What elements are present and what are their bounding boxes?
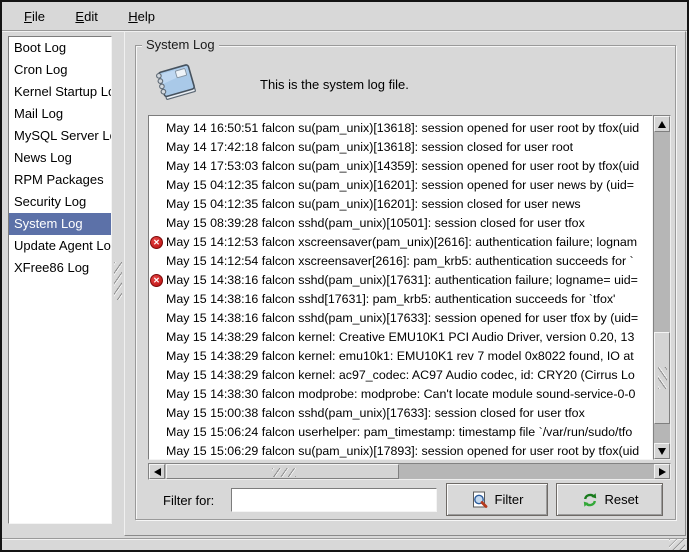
menu-edit[interactable]: Edit — [69, 7, 103, 26]
vertical-scrollbar[interactable] — [653, 115, 671, 460]
window-resize-grip-icon[interactable] — [669, 539, 685, 551]
log-entry-list: May 14 16:50:51 falcon su(pam_unix)[1361… — [148, 115, 653, 460]
filter-button[interactable]: Filter — [446, 483, 548, 516]
log-book-icon — [148, 57, 200, 109]
sidebar-item-xfree86-log[interactable]: XFree86 Log — [9, 257, 111, 279]
frame-title: System Log — [142, 37, 219, 52]
sidebar-item-rpm-packages[interactable]: RPM Packages — [9, 169, 111, 191]
log-row[interactable]: May 15 14:38:30 falcon modprobe: modprob… — [149, 385, 652, 404]
thumb-grip-icon — [658, 367, 667, 389]
horizontal-scrollbar[interactable] — [148, 463, 671, 480]
log-row[interactable]: ✕May 15 14:38:16 falcon sshd(pam_unix)[1… — [149, 271, 652, 290]
reset-button-label: Reset — [605, 492, 639, 507]
sidebar-item-security-log[interactable]: Security Log — [9, 191, 111, 213]
log-description: This is the system log file. — [260, 77, 409, 92]
filter-button-label: Filter — [495, 492, 524, 507]
log-row[interactable]: May 14 16:50:51 falcon su(pam_unix)[1361… — [149, 119, 652, 138]
right-arrow-icon — [659, 468, 666, 476]
log-row[interactable]: May 15 14:38:29 falcon kernel: emu10k1: … — [149, 347, 652, 366]
sidebar-item-kernel-startup-log[interactable]: Kernel Startup Log — [9, 81, 111, 103]
left-arrow-icon — [154, 468, 161, 476]
log-row[interactable]: May 15 14:38:16 falcon sshd[17631]: pam_… — [149, 290, 652, 309]
filter-input[interactable] — [231, 488, 437, 512]
log-row[interactable]: May 15 15:06:29 falcon su(pam_unix)[1789… — [149, 442, 652, 460]
log-type-sidebar: Boot Log Cron Log Kernel Startup Log Mai… — [8, 36, 112, 524]
log-row[interactable]: May 15 14:38:16 falcon sshd(pam_unix)[17… — [149, 309, 652, 328]
thumb-grip-icon — [272, 468, 296, 477]
error-icon: ✕ — [150, 236, 163, 249]
error-icon: ✕ — [150, 274, 163, 287]
sidebar-item-boot-log[interactable]: Boot Log — [9, 37, 111, 59]
horizontal-scrollbar-thumb[interactable] — [166, 464, 399, 479]
log-row[interactable]: May 15 14:12:54 falcon xscreensaver[2616… — [149, 252, 652, 271]
main-panel: System Log This is the system log f — [124, 31, 686, 536]
log-row[interactable]: May 14 17:53:03 falcon su(pam_unix)[1435… — [149, 157, 652, 176]
log-row[interactable]: May 15 04:12:35 falcon su(pam_unix)[1620… — [149, 176, 652, 195]
sidebar-item-mail-log[interactable]: Mail Log — [9, 103, 111, 125]
log-row[interactable]: May 15 15:00:38 falcon sshd(pam_unix)[17… — [149, 404, 652, 423]
up-arrow-icon — [658, 121, 666, 128]
log-row[interactable]: May 15 14:38:29 falcon kernel: Creative … — [149, 328, 652, 347]
down-arrow-icon — [658, 448, 666, 455]
status-bar — [2, 538, 687, 552]
menu-bar: File Edit Help — [2, 2, 687, 31]
scroll-left-button[interactable] — [149, 464, 165, 479]
scroll-up-button[interactable] — [654, 116, 670, 132]
scroll-down-button[interactable] — [654, 443, 670, 459]
vertical-scrollbar-thumb[interactable] — [654, 332, 670, 424]
filter-label: Filter for: — [163, 493, 214, 508]
paned-resize-handle[interactable] — [114, 262, 122, 300]
log-row[interactable]: May 15 15:06:24 falcon userhelper: pam_t… — [149, 423, 652, 442]
sidebar-item-mysql-server-log[interactable]: MySQL Server Log — [9, 125, 111, 147]
log-row[interactable]: ✕May 15 14:12:53 falcon xscreensaver(pam… — [149, 233, 652, 252]
log-viewer-window: File Edit Help Boot Log Cron Log Kernel … — [0, 0, 689, 552]
log-row[interactable]: May 14 17:42:18 falcon su(pam_unix)[1361… — [149, 138, 652, 157]
log-row[interactable]: May 15 08:39:28 falcon sshd(pam_unix)[10… — [149, 214, 652, 233]
menu-help[interactable]: Help — [122, 7, 161, 26]
system-log-frame: System Log This is the system log f — [135, 45, 676, 520]
menu-file[interactable]: File — [18, 7, 51, 26]
log-row[interactable]: May 15 14:38:29 falcon kernel: ac97_code… — [149, 366, 652, 385]
refresh-icon — [581, 491, 599, 509]
sidebar-item-cron-log[interactable]: Cron Log — [9, 59, 111, 81]
log-row[interactable]: May 15 04:12:35 falcon su(pam_unix)[1620… — [149, 195, 652, 214]
find-icon — [471, 491, 489, 509]
sidebar-item-news-log[interactable]: News Log — [9, 147, 111, 169]
sidebar-item-system-log[interactable]: System Log — [9, 213, 111, 235]
sidebar-item-update-agent-log[interactable]: Update Agent Log — [9, 235, 111, 257]
log-scroll-window: May 14 16:50:51 falcon su(pam_unix)[1361… — [148, 115, 671, 460]
scroll-right-button[interactable] — [654, 464, 670, 479]
reset-button[interactable]: Reset — [556, 483, 663, 516]
